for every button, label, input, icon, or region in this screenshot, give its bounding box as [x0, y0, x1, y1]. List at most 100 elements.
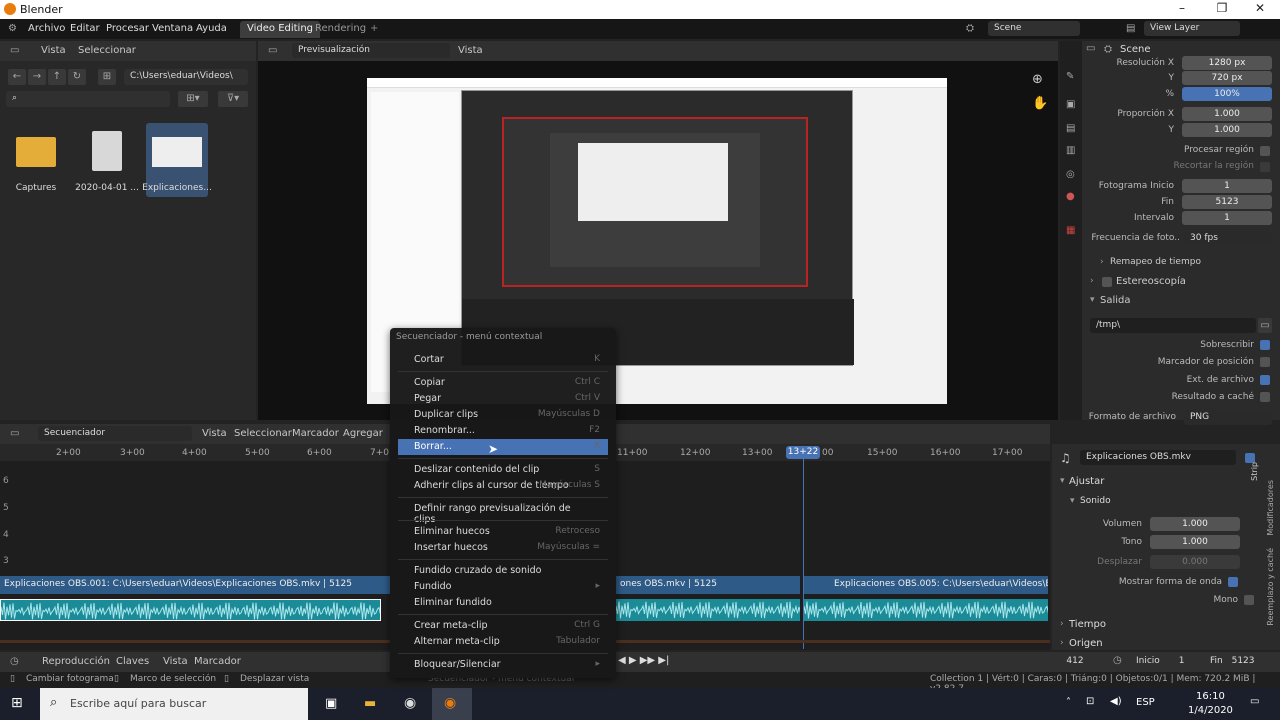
context-menu-item[interactable]: Deslizar contenido del clip S	[398, 462, 608, 478]
strip-name-field[interactable]: Explicaciones OBS.mkv	[1080, 450, 1236, 465]
origin-panel[interactable]: Origen	[1069, 638, 1103, 649]
fb-menu-vista[interactable]: Vista	[41, 45, 66, 56]
context-menu-item[interactable]: Borrar... X	[398, 439, 608, 455]
render-tab-icon[interactable]: ▣	[1066, 99, 1075, 110]
windows-start-icon[interactable]: ⊞	[11, 695, 23, 711]
volume-field[interactable]: 1.000	[1150, 517, 1240, 531]
network-icon[interactable]: ⊡	[1086, 696, 1094, 707]
menu-ayuda[interactable]: Ayuda	[196, 23, 227, 34]
task-view-icon[interactable]: ▣	[325, 696, 337, 711]
filter-icon[interactable]: ⊽▾	[218, 91, 248, 107]
waveform-checkbox[interactable]	[1228, 577, 1238, 587]
resolution-percentage-field[interactable]: 100%	[1182, 87, 1272, 101]
seq-menu-seleccionar[interactable]: Seleccionar	[234, 428, 292, 439]
file-explorer-icon[interactable]: ▬	[364, 696, 376, 711]
movie-strip[interactable]: ones OBS.mkv | 5125	[616, 576, 800, 594]
context-menu-item[interactable]: Pegar Ctrl V	[398, 391, 608, 407]
output-tab-icon[interactable]: ▤	[1066, 123, 1075, 134]
obs-icon[interactable]: ◉	[404, 695, 416, 711]
scene-selector[interactable]: Scene	[988, 21, 1080, 36]
aspect-y-field[interactable]: 1.000	[1182, 123, 1272, 137]
time-remap-panel[interactable]: Remapeo de tiempo	[1110, 257, 1201, 267]
seq-menu-marcador[interactable]: Marcador	[292, 428, 339, 439]
menu-archivo[interactable]: Archivo	[28, 23, 65, 34]
blender-menu-icon[interactable]: ⚙	[8, 23, 17, 34]
fps-select[interactable]: 30 fps	[1184, 231, 1272, 246]
file-name[interactable]: 2020-04-01 ...	[72, 183, 142, 193]
zoom-icon[interactable]: ⊕	[1032, 72, 1043, 87]
context-menu-item[interactable]: Insertar huecos Mayúsculas =	[398, 540, 608, 556]
playback-controls-icon[interactable]: ◀ ▶ ▶▶ ▶|	[618, 655, 669, 666]
context-menu-item[interactable]: Crear meta-clip Ctrl G	[398, 618, 608, 634]
sequencer-mode-select[interactable]: Secuenciador	[38, 426, 192, 441]
context-menu-item[interactable]: Eliminar fundido	[398, 595, 608, 611]
tab-modifiers[interactable]: Modificadores	[1266, 480, 1275, 536]
audio-strip[interactable]	[804, 599, 1048, 621]
frame-end-field[interactable]: 5123	[1182, 195, 1272, 209]
start-frame-field[interactable]: Inicio 1	[1130, 654, 1198, 669]
texture-tab-icon[interactable]: ▦	[1066, 225, 1075, 236]
tl-menu-playback[interactable]: Reproducción	[42, 656, 110, 667]
context-menu-item[interactable]: Definir rango previsualización de clips	[398, 501, 608, 525]
path-field[interactable]: C:\Users\eduar\Videos\	[124, 69, 248, 85]
taskbar-search-box[interactable]: ⌕ Escribe aquí para buscar	[40, 688, 308, 720]
pan-hand-icon[interactable]: ✋	[1032, 96, 1048, 111]
folder-browse-icon[interactable]: ▭	[1258, 318, 1272, 333]
context-menu-item[interactable]: Renombrar... F2	[398, 423, 608, 439]
audio-strip[interactable]	[0, 599, 381, 621]
forward-icon[interactable]: →	[28, 69, 46, 85]
file-name[interactable]: Captures	[1, 183, 71, 193]
context-menu-item[interactable]: Eliminar huecos Retroceso	[398, 524, 608, 540]
file-name[interactable]: Explicaciones...	[142, 183, 212, 193]
preview-menu-vista[interactable]: Vista	[458, 45, 483, 56]
add-workspace-button[interactable]: +	[370, 23, 378, 34]
seq-menu-vista[interactable]: Vista	[202, 428, 227, 439]
seq-menu-agregar[interactable]: Agregar	[343, 428, 383, 439]
tool-tab-icon[interactable]: ✎	[1066, 71, 1074, 82]
mono-checkbox[interactable]	[1244, 595, 1254, 605]
volume-icon[interactable]: ◀)	[1110, 696, 1122, 707]
preview-mode-select[interactable]: Previsualización	[292, 43, 450, 58]
current-frame-badge[interactable]: 13+22	[786, 446, 820, 459]
editor-type-icon[interactable]: ▭	[10, 428, 19, 439]
end-frame-field[interactable]: Fin 5123	[1204, 654, 1274, 669]
menu-ventana[interactable]: Ventana	[152, 23, 193, 34]
resolution-y-field[interactable]: 720 px	[1182, 71, 1272, 85]
context-menu-item[interactable]: Bloquear/Silenciar ▸	[398, 657, 608, 673]
stereo-checkbox[interactable]	[1102, 277, 1112, 287]
view-layer-tab-icon[interactable]: ▥	[1066, 145, 1075, 156]
maximize-icon[interactable]: ❐	[1204, 1, 1240, 15]
search-input[interactable]: ⌕	[6, 91, 170, 107]
clock-date[interactable]: 1/4/2020	[1188, 705, 1233, 716]
refresh-icon[interactable]: ↻	[68, 69, 86, 85]
tl-menu-keys[interactable]: Claves	[116, 656, 149, 667]
back-icon[interactable]: ←	[8, 69, 26, 85]
folder-icon[interactable]	[16, 137, 56, 167]
context-menu-item[interactable]: Duplicar clips Mayúsculas D	[398, 407, 608, 423]
context-menu-item[interactable]: Adherir clips al cursor de tiempo Mayúscu…	[398, 478, 608, 494]
adjust-panel[interactable]: Ajustar	[1069, 476, 1104, 487]
audio-strip[interactable]	[616, 599, 800, 621]
editor-type-icon[interactable]: ▭	[268, 45, 277, 56]
close-icon[interactable]: ✕	[1242, 1, 1278, 15]
context-menu-item[interactable]: Alternar meta-clip Tabulador	[398, 634, 608, 650]
process-region-checkbox[interactable]	[1260, 146, 1270, 156]
tab-rendering[interactable]: Rendering	[308, 21, 373, 38]
language-indicator[interactable]: ESP	[1136, 697, 1155, 708]
scene-tab-icon[interactable]: ◎	[1066, 169, 1075, 180]
view-layer-selector[interactable]: View Layer	[1144, 21, 1240, 36]
editor-type-icon[interactable]: ▭	[10, 45, 19, 56]
notifications-icon[interactable]: ▭	[1250, 696, 1259, 707]
pan-field[interactable]: 0.000	[1150, 555, 1240, 569]
pitch-field[interactable]: 1.000	[1150, 535, 1240, 549]
frame-start-field[interactable]: 1	[1182, 179, 1272, 193]
movie-strip[interactable]: Explicaciones OBS.001: C:\Users\eduar\Vi…	[0, 576, 390, 594]
cache-result-checkbox[interactable]	[1260, 392, 1270, 402]
tl-menu-view[interactable]: Vista	[163, 656, 188, 667]
crop-region-checkbox[interactable]	[1260, 162, 1270, 172]
fb-menu-seleccionar[interactable]: Seleccionar	[78, 45, 136, 56]
parent-dir-icon[interactable]: ↑	[48, 69, 66, 85]
context-menu-item[interactable]: Copiar Ctrl C	[398, 375, 608, 391]
tab-proxy-cache[interactable]: Reemplazo y caché	[1266, 548, 1275, 626]
context-menu-item[interactable]: Fundido ▸	[398, 579, 608, 595]
